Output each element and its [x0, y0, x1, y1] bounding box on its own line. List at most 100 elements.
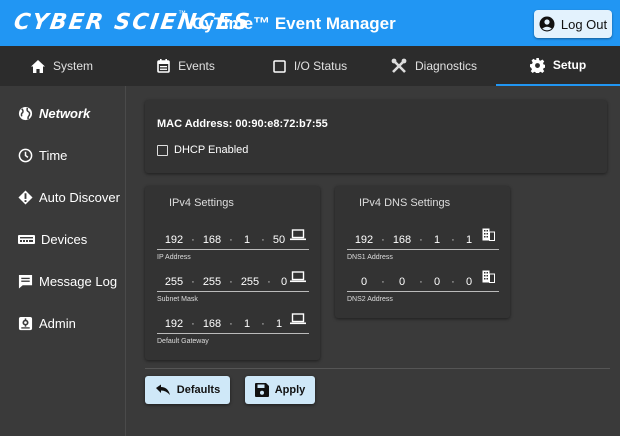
laptop-icon: [290, 229, 306, 241]
dns1-octet-2[interactable]: 168: [389, 234, 415, 246]
setup-sidebar: Network Time Auto Discover Devices Messa…: [0, 86, 126, 436]
ip-octet-4[interactable]: 50: [269, 234, 289, 246]
dns1-octet-4[interactable]: 1: [459, 234, 479, 246]
sidebar-item-label: Admin: [39, 315, 76, 331]
sidebar-item-admin[interactable]: Admin: [18, 312, 76, 334]
default-gateway-field[interactable]: 192 · 168 · 1 · 1: [157, 314, 309, 334]
sidebar-item-label: Devices: [41, 231, 88, 247]
dns1-address-label: DNS1 Address: [347, 254, 393, 261]
octet-separator: ·: [451, 233, 455, 246]
ip-address-label: IP Address: [157, 254, 191, 261]
subnet-mask-label: Subnet Mask: [157, 296, 198, 303]
network-card: [145, 100, 607, 173]
sidebar-item-label: Time: [39, 147, 68, 163]
sidebar-item-network[interactable]: Network: [18, 102, 90, 124]
dns1-octet-1[interactable]: 192: [351, 234, 377, 246]
tab-label: Diagnostics: [414, 59, 478, 73]
actions-divider: [145, 368, 610, 369]
octet-separator: ·: [381, 233, 385, 246]
tab-system[interactable]: System: [0, 46, 124, 86]
logout-label: Log Out: [560, 16, 608, 32]
dns-settings-title: IPv4 DNS Settings: [359, 197, 451, 209]
sidebar-item-time[interactable]: Time: [18, 144, 67, 166]
building-icon: [482, 228, 495, 241]
laptop-icon: [290, 271, 306, 283]
admin-icon: [18, 316, 33, 330]
defaults-label: Defaults: [176, 384, 221, 396]
tab-label: System: [52, 59, 93, 73]
dns1-address-field[interactable]: 192 · 168 · 1 · 1: [347, 230, 499, 250]
octet-separator: ·: [261, 233, 265, 246]
discover-icon: [18, 189, 33, 205]
clock-icon: [18, 148, 33, 162]
ip-octet-1[interactable]: 192: [161, 234, 187, 246]
dns2-address-field[interactable]: 0 · 0 · 0 · 0: [347, 272, 499, 292]
calendar-icon: [157, 59, 170, 73]
logout-button[interactable]: Log Out: [534, 10, 612, 38]
sidebar-item-label: Network: [39, 105, 91, 121]
dns2-octet-1[interactable]: 0: [351, 276, 377, 288]
dns2-octet-2[interactable]: 0: [389, 276, 415, 288]
laptop-icon: [290, 313, 306, 325]
octet-separator: ·: [267, 275, 271, 288]
gateway-octet-3[interactable]: 1: [237, 318, 257, 330]
sidebar-item-label: Auto Discover: [39, 189, 120, 205]
dns2-octet-3[interactable]: 0: [427, 276, 447, 288]
building-icon: [482, 270, 495, 283]
ip-octet-3[interactable]: 1: [237, 234, 257, 246]
dhcp-label: DHCP Enabled: [174, 144, 249, 156]
ip-octet-2[interactable]: 168: [199, 234, 225, 246]
tab-label: Events: [178, 59, 215, 73]
devices-icon: [18, 234, 35, 244]
mac-address: MAC Address: 00:90:e8:72:b7:55: [157, 118, 328, 130]
user-circle-icon: [539, 16, 555, 32]
gateway-octet-2[interactable]: 168: [199, 318, 225, 330]
octet-separator: ·: [229, 275, 233, 288]
subnet-mask-field[interactable]: 255 · 255 · 255 · 0: [157, 272, 309, 292]
tab-diagnostics[interactable]: Diagnostics: [372, 46, 496, 86]
app-title: CyTime™ Event Manager: [192, 14, 396, 33]
octet-separator: ·: [451, 275, 455, 288]
sidebar-item-auto-discover[interactable]: Auto Discover: [18, 186, 120, 208]
tab-io-status[interactable]: I/O Status: [248, 46, 372, 86]
tab-label: I/O Status: [293, 59, 348, 73]
ip-address-field[interactable]: 192 · 168 · 1 · 50: [157, 230, 309, 250]
dns2-address-label: DNS2 Address: [347, 296, 393, 303]
sidebar-item-devices[interactable]: Devices: [18, 228, 87, 250]
main-tab-bar: System Events I/O Status Diagnostics Set…: [0, 46, 620, 86]
octet-separator: ·: [229, 317, 233, 330]
dhcp-checkbox-box[interactable]: [157, 144, 168, 156]
gateway-octet-4[interactable]: 1: [269, 318, 289, 330]
app-header: CYBER SCIENCES ™ CyTime™ Event Manager L…: [0, 0, 620, 46]
gateway-octet-1[interactable]: 192: [161, 318, 187, 330]
tab-events[interactable]: Events: [124, 46, 248, 86]
apply-label: Apply: [274, 384, 306, 396]
checkbox-icon: [273, 59, 286, 73]
octet-separator: ·: [381, 275, 385, 288]
save-icon: [254, 383, 269, 397]
tab-setup[interactable]: Setup: [496, 46, 620, 86]
message-icon: [18, 274, 33, 289]
ipv4-settings-title: IPv4 Settings: [169, 197, 234, 209]
undo-icon: [155, 384, 170, 395]
logo-trademark: ™: [178, 9, 186, 18]
subnet-octet-1[interactable]: 255: [161, 276, 187, 288]
octet-separator: ·: [419, 233, 423, 246]
octet-separator: ·: [191, 233, 195, 246]
sidebar-item-message-log[interactable]: Message Log: [18, 270, 117, 292]
globe-icon: [18, 106, 33, 120]
subnet-octet-2[interactable]: 255: [199, 276, 225, 288]
dns1-octet-3[interactable]: 1: [427, 234, 447, 246]
apply-button[interactable]: Apply: [245, 376, 315, 404]
tab-label: Setup: [552, 58, 587, 72]
sidebar-item-label: Message Log: [39, 273, 118, 289]
subnet-octet-3[interactable]: 255: [237, 276, 263, 288]
octet-separator: ·: [261, 317, 265, 330]
octet-separator: ·: [191, 317, 195, 330]
dhcp-checkbox[interactable]: DHCP Enabled: [157, 144, 248, 156]
octet-separator: ·: [191, 275, 195, 288]
octet-separator: ·: [419, 275, 423, 288]
dns2-octet-4[interactable]: 0: [459, 276, 479, 288]
defaults-button[interactable]: Defaults: [145, 376, 230, 404]
home-icon: [30, 59, 45, 73]
